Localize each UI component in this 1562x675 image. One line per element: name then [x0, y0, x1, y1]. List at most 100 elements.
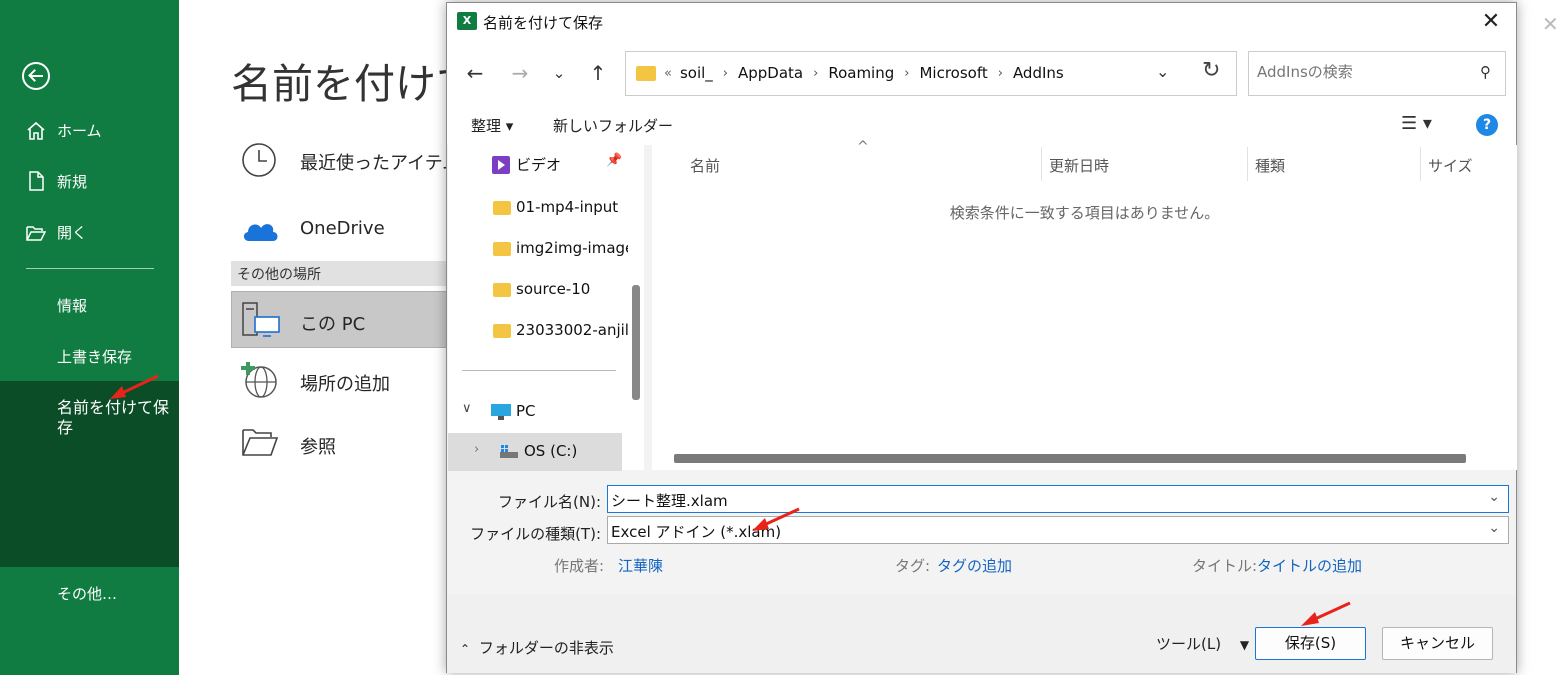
- nav-new[interactable]: 新規: [0, 171, 179, 195]
- forward-icon[interactable]: →: [508, 59, 532, 87]
- location-browse[interactable]: 参照: [231, 423, 446, 463]
- nav-home[interactable]: ホーム: [0, 120, 179, 144]
- nav-info-label: 情報: [57, 297, 88, 315]
- folder-icon: [493, 201, 511, 215]
- tools-label: ツール(L): [1156, 635, 1222, 653]
- nav-info[interactable]: 情報: [0, 295, 179, 319]
- tree-scrollbar[interactable]: [632, 285, 640, 400]
- column-divider[interactable]: [1247, 147, 1248, 181]
- tree-item-folder[interactable]: 01-mp4-input: [448, 189, 628, 227]
- hide-folders-button[interactable]: ⌃ フォルダーの非表示: [460, 637, 614, 658]
- file-list: ^ 名前 更新日時 種類 サイズ 検索条件に一致する項目はありません。: [652, 139, 1517, 470]
- add-place-globe-icon: [241, 362, 277, 398]
- window-close-icon[interactable]: ✕: [1542, 12, 1559, 36]
- author-label: 作成者:: [554, 557, 605, 575]
- nav-save-as-label: 名前を付けて保 存: [57, 398, 170, 437]
- sort-ascending-icon: ^: [857, 139, 869, 155]
- refresh-icon[interactable]: ↻: [1202, 58, 1220, 83]
- search-input[interactable]: [1257, 63, 1467, 81]
- navigation-pane: ビデオ 📌 01-mp4-input img2img-image source-…: [448, 145, 644, 471]
- hide-folders-label: フォルダーの非表示: [478, 639, 614, 657]
- nav-divider: [26, 268, 154, 269]
- breadcrumb-overflow[interactable]: «: [664, 66, 672, 81]
- column-header-name[interactable]: 名前: [690, 155, 720, 176]
- nav-save-as[interactable]: 名前を付けて保 存: [0, 381, 179, 567]
- tree-item-pc[interactable]: ∨ PC: [448, 393, 628, 431]
- recent-locations-chevron-icon[interactable]: ⌄: [547, 59, 571, 87]
- new-folder-button[interactable]: 新しいフォルダー: [553, 115, 673, 136]
- location-add-place[interactable]: 場所の追加: [231, 362, 446, 402]
- organize-button[interactable]: 整理 ▾: [471, 115, 513, 136]
- filename-label: ファイル名(N):: [498, 493, 601, 511]
- tools-button[interactable]: ツール(L) ▼: [1156, 633, 1249, 654]
- column-divider[interactable]: [1420, 147, 1421, 181]
- nav-more[interactable]: その他…: [0, 583, 179, 607]
- tags-value[interactable]: タグの追加: [937, 555, 1012, 576]
- tree-item-folder[interactable]: 23033002-anjila: [448, 312, 628, 350]
- location-this-pc-label: この PC: [300, 314, 366, 335]
- location-browse-label: 参照: [300, 437, 336, 458]
- folder-icon: [493, 283, 511, 297]
- filename-field[interactable]: シート整理.xlam ⌄: [607, 485, 1509, 513]
- breadcrumb-item[interactable]: AddIns: [1013, 64, 1064, 82]
- breadcrumb-item[interactable]: AppData: [738, 64, 803, 82]
- tree-item-folder[interactable]: source-10: [448, 271, 628, 309]
- clock-icon: [242, 143, 276, 177]
- chevron-down-icon[interactable]: ⌄: [1488, 489, 1500, 505]
- home-icon: [27, 121, 45, 140]
- back-arrow-icon[interactable]: [22, 62, 50, 90]
- address-bar[interactable]: « soil_ › AppData › Roaming › Microsoft …: [625, 51, 1237, 96]
- dialog-close-button[interactable]: ✕: [1476, 7, 1506, 37]
- author-value[interactable]: 江華陳: [618, 555, 663, 576]
- nav-save[interactable]: 上書き保存: [0, 346, 179, 370]
- filetype-label: ファイルの種類(T):: [470, 525, 601, 543]
- cancel-button[interactable]: キャンセル: [1382, 627, 1493, 660]
- column-header-modified[interactable]: 更新日時: [1049, 155, 1109, 176]
- chevron-up-icon: ⌃: [460, 642, 471, 656]
- nav-home-label: ホーム: [57, 122, 102, 140]
- chevron-right-icon: ›: [813, 65, 819, 81]
- tree-item-label: OS (C:): [524, 442, 578, 460]
- nav-save-label: 上書き保存: [57, 348, 133, 366]
- column-divider[interactable]: [1041, 147, 1042, 181]
- breadcrumb-item[interactable]: Roaming: [828, 64, 894, 82]
- chevron-down-icon[interactable]: ⌄: [1488, 520, 1500, 536]
- tree-item-label: PC: [516, 402, 536, 420]
- column-header-size[interactable]: サイズ: [1428, 155, 1473, 176]
- tree-item-os-drive[interactable]: › OS (C:): [448, 433, 622, 471]
- nav-open[interactable]: 開く: [0, 222, 179, 246]
- filetype-select[interactable]: Excel アドイン (*.xlam) ⌄: [607, 516, 1509, 544]
- location-onedrive[interactable]: OneDrive: [231, 211, 446, 251]
- view-options-icon[interactable]: ☰ ▾: [1401, 113, 1432, 134]
- empty-list-message: 検索条件に一致する項目はありません。: [949, 204, 1220, 222]
- address-dropdown-icon[interactable]: ⌄: [1156, 62, 1169, 81]
- title-label: タイトル:: [1192, 557, 1258, 575]
- save-button[interactable]: 保存(S): [1255, 627, 1366, 660]
- tree-item-folder[interactable]: img2img-image: [448, 230, 628, 268]
- title-value[interactable]: タイトルの追加: [1257, 555, 1362, 576]
- help-icon[interactable]: ?: [1476, 114, 1498, 136]
- horizontal-scrollbar[interactable]: [674, 454, 1466, 463]
- location-this-pc[interactable]: この PC: [231, 291, 451, 348]
- filename-value[interactable]: シート整理.xlam: [611, 490, 728, 511]
- chevron-right-icon[interactable]: ›: [474, 442, 479, 457]
- dialog-footer: ⌃ フォルダーの非表示 ツール(L) ▼ 保存(S) キャンセル: [447, 595, 1516, 673]
- tree-item-label: 01-mp4-input: [516, 198, 619, 216]
- tree-item-video[interactable]: ビデオ 📌: [448, 145, 628, 183]
- annotation-arrow-icon: [110, 374, 159, 399]
- tree-item-label: ビデオ: [516, 156, 562, 174]
- annotation-arrow-icon: [752, 507, 800, 531]
- breadcrumb-item[interactable]: soil_: [680, 64, 713, 82]
- chevron-down-icon[interactable]: ∨: [462, 401, 472, 416]
- dialog-title: 名前を付けて保存: [483, 14, 604, 32]
- search-icon[interactable]: ⚲: [1480, 63, 1491, 81]
- up-icon[interactable]: ↑: [586, 59, 610, 87]
- nav-more-label: その他…: [57, 585, 118, 603]
- location-recent[interactable]: 最近使ったアイテム: [231, 141, 460, 181]
- browse-folder-icon: [242, 429, 279, 456]
- breadcrumb-item[interactable]: Microsoft: [919, 64, 987, 82]
- tree-item-label: 23033002-anjila: [516, 321, 628, 339]
- column-header-type[interactable]: 種類: [1255, 155, 1285, 176]
- back-icon[interactable]: ←: [463, 59, 487, 87]
- this-pc-icon: [242, 302, 280, 337]
